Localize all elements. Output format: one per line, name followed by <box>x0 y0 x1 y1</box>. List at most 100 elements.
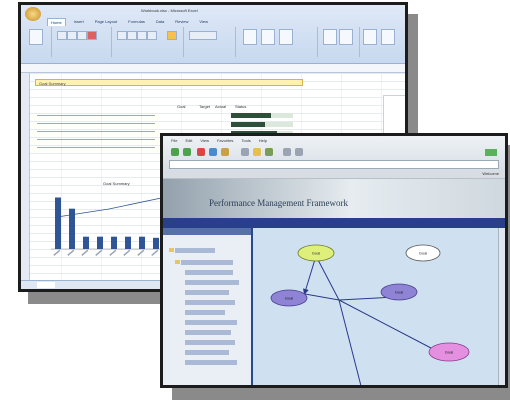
align-center-button[interactable] <box>127 31 137 40</box>
chart-bar <box>83 236 89 249</box>
chart-tick-label <box>81 249 89 256</box>
delete-cells-button[interactable] <box>339 29 353 45</box>
chart-bar <box>153 237 159 249</box>
data-line <box>37 147 155 148</box>
chart-tick-label <box>123 249 131 256</box>
tree-panel-header <box>163 228 251 235</box>
data-line <box>37 139 155 140</box>
tree-panel <box>163 228 253 385</box>
merge-button[interactable] <box>147 31 157 40</box>
goal-node[interactable]: Goal <box>270 289 308 307</box>
tree-item[interactable] <box>185 290 229 295</box>
find-select-button[interactable] <box>381 29 395 45</box>
goal-node-label: Goal <box>445 350 454 355</box>
tree-item[interactable] <box>185 300 235 305</box>
number-format-button[interactable] <box>189 31 217 40</box>
goal-node-label: Goal <box>312 251 321 256</box>
browser-toolbar: File Edit View Favorites Tools Help <box>163 136 505 171</box>
chart-title: Goal Summary <box>103 181 130 186</box>
ribbon-tab-insert[interactable]: Insert <box>71 18 87 26</box>
ribbon-tab-review[interactable]: Review <box>172 18 191 26</box>
row-headers <box>21 73 30 281</box>
goal-node[interactable]: Goal <box>428 342 470 362</box>
login-info[interactable]: Welcome <box>482 171 499 176</box>
ribbon-tab-page-layout[interactable]: Page Layout <box>92 18 120 26</box>
font-bold-button[interactable] <box>57 31 67 40</box>
tree-item[interactable] <box>185 310 225 315</box>
font-underline-button[interactable] <box>77 31 87 40</box>
menu-help[interactable]: Help <box>259 138 267 143</box>
link-line <box>304 293 340 301</box>
diagram-canvas[interactable]: Goal Goal Goal Goal Goal <box>253 228 505 385</box>
goal-node[interactable]: Goal <box>405 244 441 262</box>
font-italic-button[interactable] <box>67 31 77 40</box>
chart-bar <box>97 236 103 249</box>
ribbon-tab-home[interactable]: Home <box>47 18 66 26</box>
go-button[interactable] <box>485 149 497 156</box>
goal-node[interactable]: Goal <box>380 283 418 301</box>
sheet-tab[interactable] <box>37 282 55 288</box>
conditional-format-button[interactable] <box>243 29 257 45</box>
favorites-icon[interactable] <box>253 148 261 156</box>
table-header-target: Target <box>199 104 211 109</box>
link-line <box>338 299 432 349</box>
search-icon[interactable] <box>241 148 249 156</box>
ribbon-tab-formulas[interactable]: Formulas <box>125 18 148 26</box>
goal-node[interactable]: Goal <box>297 244 335 262</box>
banner-strip: Welcome <box>163 170 505 179</box>
chart-tick-label <box>95 249 103 256</box>
table-header-status: Status <box>235 104 247 109</box>
ribbon-tab-view[interactable]: View <box>196 18 211 26</box>
goal-node-label: Goal <box>395 290 404 295</box>
tree-item[interactable] <box>185 340 235 345</box>
address-bar[interactable] <box>169 160 499 169</box>
stop-icon[interactable] <box>197 148 205 156</box>
sort-filter-button[interactable] <box>363 29 377 45</box>
excel-title: Workbook.xlsx - Microsoft Excel <box>141 8 198 13</box>
excel-ribbon: Workbook.xlsx - Microsoft Excel Home Ins… <box>21 5 405 64</box>
paste-button[interactable] <box>29 29 43 45</box>
tree-item[interactable] <box>185 320 237 325</box>
tree-item[interactable] <box>181 260 233 265</box>
ribbon-tabs: Home Insert Page Layout Formulas Data Re… <box>47 18 211 26</box>
history-icon[interactable] <box>265 148 273 156</box>
vertical-scrollbar[interactable] <box>498 228 505 385</box>
menu-favorites[interactable]: Favorites <box>217 138 233 143</box>
tree-item[interactable] <box>185 330 231 335</box>
app-banner: Welcome Performance Management Framework <box>163 170 505 218</box>
link-line <box>315 255 340 301</box>
format-table-button[interactable] <box>261 29 275 45</box>
print-icon[interactable] <box>295 148 303 156</box>
align-left-button[interactable] <box>117 31 127 40</box>
table-header-goal: Goal <box>177 104 186 109</box>
forward-icon[interactable] <box>183 148 191 156</box>
gauge-bar <box>231 113 271 118</box>
chart-tick-label <box>151 249 159 256</box>
align-right-button[interactable] <box>137 31 147 40</box>
back-icon[interactable] <box>171 148 179 156</box>
menu-file[interactable]: File <box>171 138 177 143</box>
tree-item[interactable] <box>185 360 237 365</box>
formula-bar[interactable] <box>21 64 405 73</box>
ribbon-tab-data[interactable]: Data <box>153 18 167 26</box>
page-title: Performance Management Framework <box>209 198 348 208</box>
framework-window: File Edit View Favorites Tools Help Welc… <box>160 133 508 388</box>
table-header-actual: Actual <box>215 104 227 109</box>
tree-item[interactable] <box>175 248 215 253</box>
cell-styles-button[interactable] <box>279 29 293 45</box>
office-button-icon[interactable] <box>25 7 41 21</box>
menu-view[interactable]: View <box>200 138 209 143</box>
tree-item[interactable] <box>185 280 239 285</box>
insert-cells-button[interactable] <box>323 29 337 45</box>
menu-tools[interactable]: Tools <box>241 138 250 143</box>
folder-icon <box>169 248 174 252</box>
refresh-icon[interactable] <box>209 148 217 156</box>
mail-icon[interactable] <box>283 148 291 156</box>
font-color-button[interactable] <box>87 31 97 40</box>
wrap-button[interactable] <box>167 31 177 40</box>
tree-item[interactable] <box>185 350 229 355</box>
tree-item[interactable] <box>185 270 233 275</box>
home-icon[interactable] <box>221 148 229 156</box>
gauge-bar <box>231 122 265 127</box>
menu-edit[interactable]: Edit <box>185 138 192 143</box>
